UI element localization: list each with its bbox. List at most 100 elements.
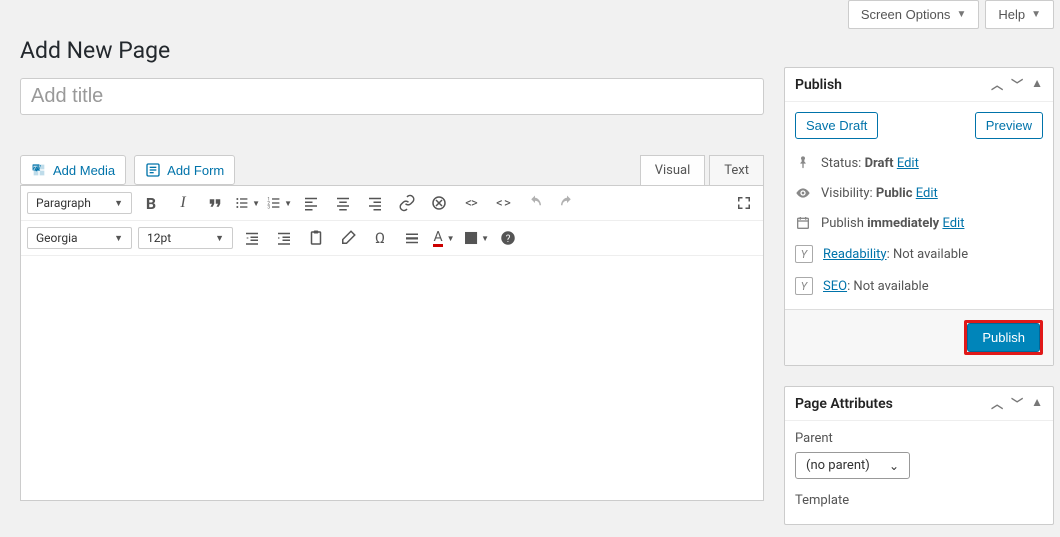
outdent-icon bbox=[243, 229, 261, 247]
top-toolbar: Screen Options ▼ Help ▼ bbox=[0, 0, 1060, 29]
caret-down-icon: ▼ bbox=[114, 233, 123, 244]
calendar-icon bbox=[795, 215, 811, 231]
italic-button[interactable]: I bbox=[170, 190, 196, 216]
editor: Paragraph ▼ B I ▼ 123▼ <> < > bbox=[20, 185, 764, 501]
seo-link[interactable]: SEO bbox=[823, 279, 847, 294]
add-media-button[interactable]: Add Media bbox=[20, 155, 126, 185]
status-row: Status: Draft Edit bbox=[795, 155, 1043, 171]
omega-icon: Ω bbox=[375, 229, 385, 247]
chevron-down-icon[interactable]: ﹀ bbox=[1011, 76, 1023, 93]
caret-down-icon: ▼ bbox=[956, 9, 966, 20]
align-center-icon bbox=[334, 194, 352, 212]
wpbakery-icon bbox=[430, 194, 448, 212]
italic-icon: I bbox=[180, 194, 185, 212]
format-value: Paragraph bbox=[36, 196, 91, 210]
editor-content[interactable] bbox=[21, 256, 763, 500]
help-icon: ? bbox=[499, 229, 517, 247]
format-select[interactable]: Paragraph ▼ bbox=[27, 192, 132, 214]
publish-panel-header[interactable]: Publish ︿ ﹀ ▲ bbox=[785, 68, 1053, 102]
eye-icon bbox=[795, 185, 811, 201]
redo-icon bbox=[558, 194, 576, 212]
triangle-up-icon[interactable]: ▲ bbox=[1031, 76, 1043, 93]
toolbar-row-2: Georgia ▼ 12pt ▼ Ω A▼ ▼ ? bbox=[21, 221, 763, 256]
publish-panel: Publish ︿ ﹀ ▲ Save Draft Preview Status:… bbox=[784, 67, 1054, 366]
form-icon bbox=[145, 162, 161, 178]
publish-highlight: Publish bbox=[964, 320, 1043, 355]
preview-button[interactable]: Preview bbox=[975, 112, 1043, 139]
svg-text:?: ? bbox=[506, 234, 511, 245]
indent-icon bbox=[275, 229, 293, 247]
shortcode2-button[interactable]: < > bbox=[490, 190, 516, 216]
sidebar-column: Publish ︿ ﹀ ▲ Save Draft Preview Status:… bbox=[784, 67, 1054, 525]
yoast-icon: Y bbox=[795, 277, 813, 295]
save-draft-button[interactable]: Save Draft bbox=[795, 112, 878, 139]
help-label: Help bbox=[998, 7, 1025, 22]
attributes-panel-header[interactable]: Page Attributes ︿ ﹀ ▲ bbox=[785, 387, 1053, 421]
add-media-label: Add Media bbox=[53, 163, 115, 178]
svg-text:3: 3 bbox=[267, 204, 270, 210]
chevron-up-icon[interactable]: ︿ bbox=[991, 76, 1003, 93]
code-icon: <> bbox=[465, 196, 476, 211]
publish-button[interactable]: Publish bbox=[967, 323, 1040, 352]
blockquote-button[interactable] bbox=[202, 190, 228, 216]
caret-down-icon: ▼ bbox=[447, 234, 455, 243]
fullscreen-button[interactable] bbox=[731, 190, 757, 216]
font-select[interactable]: Georgia ▼ bbox=[27, 227, 132, 249]
paste-button[interactable] bbox=[303, 225, 329, 251]
align-left-icon bbox=[302, 194, 320, 212]
indent-button[interactable] bbox=[271, 225, 297, 251]
status-edit-link[interactable]: Edit bbox=[897, 156, 919, 171]
readability-link[interactable]: Readability bbox=[823, 247, 887, 262]
readability-row: Y Readability: Not available bbox=[795, 245, 1043, 263]
fontsize-select[interactable]: 12pt ▼ bbox=[138, 227, 233, 249]
page-title: Add New Page bbox=[20, 37, 764, 64]
align-left-button[interactable] bbox=[298, 190, 324, 216]
list-ol-icon: 123 bbox=[266, 194, 282, 212]
caret-down-icon: ▼ bbox=[114, 198, 123, 209]
undo-button[interactable] bbox=[522, 190, 548, 216]
shortcode-button[interactable]: <> bbox=[458, 190, 484, 216]
bold-button[interactable]: B bbox=[138, 190, 164, 216]
help-button[interactable]: Help ▼ bbox=[985, 0, 1054, 29]
hr-button[interactable] bbox=[399, 225, 425, 251]
align-right-button[interactable] bbox=[362, 190, 388, 216]
table-button[interactable]: ▼ bbox=[463, 225, 489, 251]
template-label: Template bbox=[795, 493, 1043, 508]
chevron-down-icon[interactable]: ﹀ bbox=[1011, 395, 1023, 412]
wpbakery-button[interactable] bbox=[426, 190, 452, 216]
parent-select[interactable]: (no parent) ⌄ bbox=[795, 452, 910, 479]
toolbar-row-1: Paragraph ▼ B I ▼ 123▼ <> < > bbox=[21, 186, 763, 221]
fontsize-value: 12pt bbox=[147, 231, 171, 245]
link-icon bbox=[398, 194, 416, 212]
text-color-button[interactable]: A▼ bbox=[431, 225, 457, 251]
screen-options-button[interactable]: Screen Options ▼ bbox=[848, 0, 980, 29]
bulleted-list-button[interactable]: ▼ bbox=[234, 190, 260, 216]
chevron-up-icon[interactable]: ︿ bbox=[991, 395, 1003, 412]
publishtime-edit-link[interactable]: Edit bbox=[942, 216, 964, 231]
caret-down-icon: ▼ bbox=[1031, 9, 1041, 20]
page-attributes-panel: Page Attributes ︿ ﹀ ▲ Parent (no parent)… bbox=[784, 386, 1054, 525]
publish-panel-title: Publish bbox=[795, 77, 842, 93]
clipboard-icon bbox=[307, 229, 325, 247]
add-form-button[interactable]: Add Form bbox=[134, 155, 235, 185]
link-button[interactable] bbox=[394, 190, 420, 216]
clear-format-button[interactable] bbox=[335, 225, 361, 251]
triangle-up-icon[interactable]: ▲ bbox=[1031, 395, 1043, 412]
add-form-label: Add Form bbox=[167, 163, 224, 178]
help-button-editor[interactable]: ? bbox=[495, 225, 521, 251]
main-column: Add New Page Add Media Add Form Visual T… bbox=[20, 29, 764, 501]
align-center-button[interactable] bbox=[330, 190, 356, 216]
font-value: Georgia bbox=[36, 231, 78, 245]
special-char-button[interactable]: Ω bbox=[367, 225, 393, 251]
title-input[interactable] bbox=[20, 78, 764, 115]
caret-down-icon: ▼ bbox=[481, 234, 489, 243]
visibility-edit-link[interactable]: Edit bbox=[916, 186, 938, 201]
undo-icon bbox=[526, 194, 544, 212]
caret-down-icon: ▼ bbox=[215, 233, 224, 244]
caret-down-icon: ▼ bbox=[284, 199, 292, 208]
parent-value: (no parent) bbox=[806, 458, 870, 473]
numbered-list-button[interactable]: 123▼ bbox=[266, 190, 292, 216]
redo-button[interactable] bbox=[554, 190, 580, 216]
code-icon: < > bbox=[496, 196, 510, 211]
outdent-button[interactable] bbox=[239, 225, 265, 251]
